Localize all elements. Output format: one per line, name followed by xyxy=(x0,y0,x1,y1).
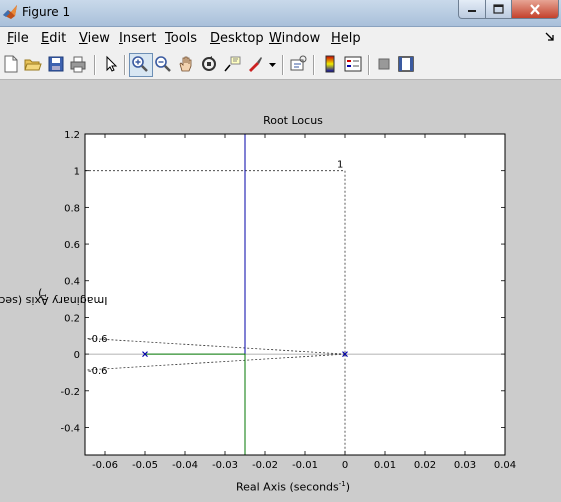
damping-grid-label: -0.6 xyxy=(88,334,108,345)
x-axis-label: Real Axis (seconds-1) xyxy=(235,480,351,494)
x-tick-label: 0.01 xyxy=(374,460,396,471)
y-tick-label: -0.4 xyxy=(60,423,80,434)
frequency-grid-label: 1 xyxy=(337,160,343,171)
y-tick-label: 0.4 xyxy=(64,277,80,288)
y-tick-label: 0.2 xyxy=(64,313,80,324)
y-tick-label: 0.6 xyxy=(64,240,80,251)
plot-area xyxy=(85,134,505,455)
y-tick-label: 1 xyxy=(74,167,80,178)
x-tick-label: -0.01 xyxy=(292,460,318,471)
x-tick-label: -0.06 xyxy=(92,460,118,471)
x-tick-label: 0 xyxy=(342,460,348,471)
x-tick-label: -0.02 xyxy=(252,460,278,471)
x-tick-label: 0.03 xyxy=(454,460,476,471)
y-tick-label: 0 xyxy=(74,350,80,361)
y-tick-label: 1.2 xyxy=(64,130,80,141)
x-tick-label: 0.04 xyxy=(494,460,516,471)
x-tick-label: -0.04 xyxy=(172,460,198,471)
y-tick-label: -0.2 xyxy=(60,387,80,398)
figure-window: Figure 1 File Edit View Insert Tools Des… xyxy=(0,0,561,502)
damping-grid-label: -0.6 xyxy=(88,366,108,377)
chart-title: Root Locus xyxy=(263,114,323,127)
y-tick-label: 0.8 xyxy=(64,203,80,214)
x-tick-label: 0.02 xyxy=(414,460,436,471)
root-locus-plot[interactable]: 1 -0.6 -0.6 -0.06 -0.05 -0.04 -0.03 -0.02 -0.01 0… xyxy=(0,0,561,502)
x-tick-label: -0.03 xyxy=(212,460,238,471)
x-tick-label: -0.05 xyxy=(132,460,158,471)
